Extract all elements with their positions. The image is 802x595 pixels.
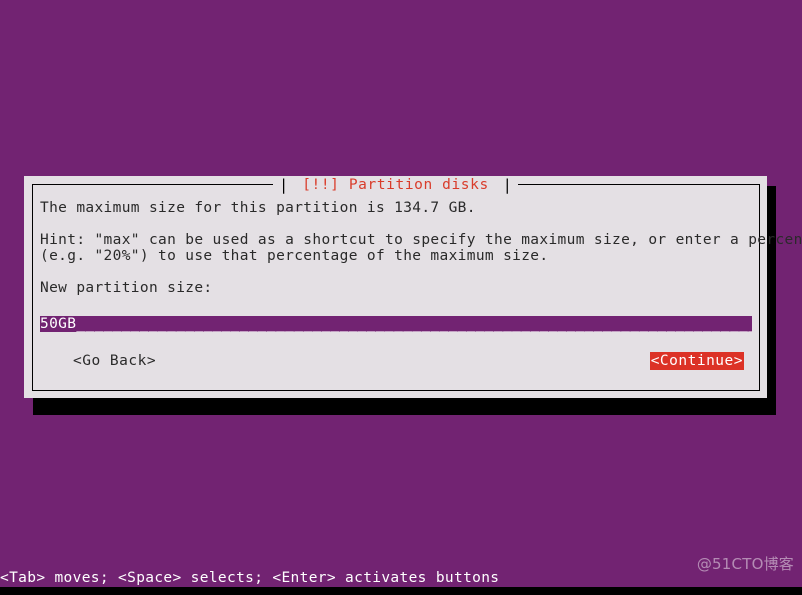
partition-size-input[interactable]: 50GB____________________________________… [40, 316, 752, 332]
page-title: [!!] Partition disks [302, 177, 489, 193]
text-spacer-1 [40, 216, 751, 232]
bottom-black-strip [0, 587, 802, 595]
max-size-text: The maximum size for this partition is 1… [40, 200, 476, 216]
text-spacer-2 [40, 264, 751, 280]
partition-disks-dialog: | [!!] Partition disks | The maximum siz… [24, 176, 802, 398]
go-back-button[interactable]: <Go Back> [73, 352, 156, 370]
keyboard-help-statusbar: <Tab> moves; <Space> selects; <Enter> ac… [0, 570, 500, 586]
watermark: @51CTO博客 [696, 555, 794, 573]
dialog-buttons: <Go Back> <Continue> [40, 352, 752, 370]
title-separator-right: | [502, 176, 512, 194]
title-separator-left: | [279, 176, 289, 194]
new-partition-size-label: New partition size: [40, 280, 213, 296]
installer-screen: | [!!] Partition disks | The maximum siz… [0, 0, 802, 595]
partition-size-input-row[interactable]: 50GB____________________________________… [40, 316, 752, 332]
continue-button[interactable]: <Continue> [649, 352, 744, 370]
partition-size-input-value: 50GB [40, 316, 77, 332]
partition-size-input-fill: ________________________________________… [76, 316, 752, 332]
hint-text-line-1: Hint: "max" can be used as a shortcut to… [40, 232, 802, 248]
dialog-title-bar: | [!!] Partition disks | [24, 176, 767, 195]
hint-text-line-2: (e.g. "20%") to use that percentage of t… [40, 248, 549, 264]
